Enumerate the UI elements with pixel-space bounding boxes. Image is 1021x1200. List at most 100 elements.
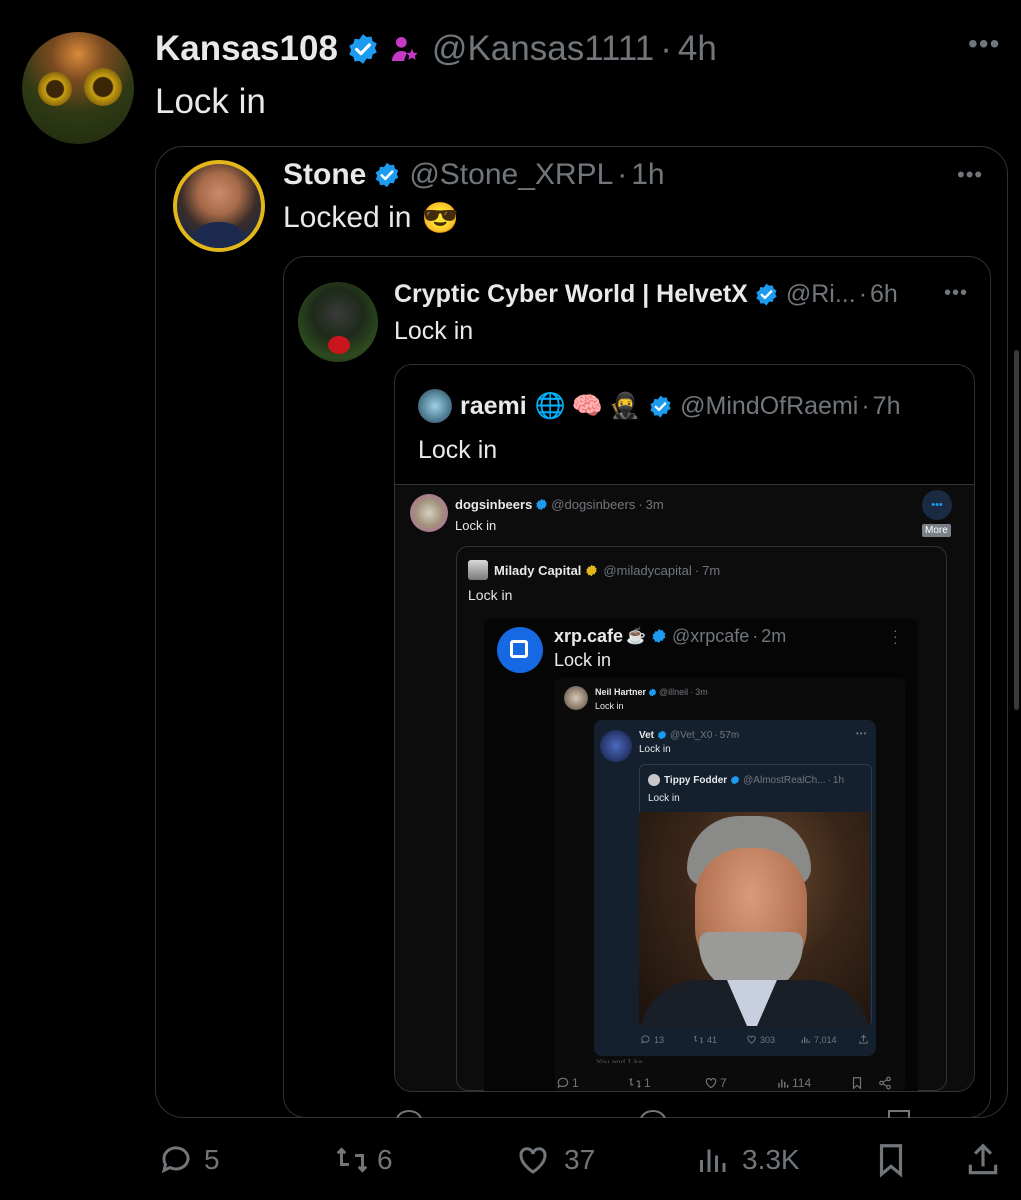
author-handle[interactable]: @Ri... xyxy=(786,280,856,309)
vet-reply-action[interactable]: 13 xyxy=(640,1034,664,1045)
author-name[interactable]: Tippy Fodder xyxy=(664,775,727,786)
xrpcafe-views-action[interactable]: 114 xyxy=(776,1076,811,1090)
xrpcafe-header: xrp.cafe ☕ @xrpcafe · 2m xyxy=(554,625,786,647)
share-action[interactable] xyxy=(964,1140,1002,1180)
separator-dot: · xyxy=(694,562,700,578)
tweet-time[interactable]: 57m xyxy=(720,730,739,741)
tweet-text: Lock in xyxy=(468,587,513,603)
bookmark-action[interactable] xyxy=(872,1140,910,1180)
avatar-cryptic[interactable] xyxy=(298,282,378,362)
portrait-photo[interactable] xyxy=(639,812,870,1026)
like-action[interactable]: 37 xyxy=(514,1142,595,1178)
author-name[interactable]: xrp.cafe xyxy=(554,626,623,647)
author-name[interactable]: Stone xyxy=(283,158,366,192)
vet-like-action[interactable]: 303 xyxy=(746,1034,775,1045)
sunflower-decoration xyxy=(38,72,72,106)
xrpcafe-bookmark-action[interactable] xyxy=(850,1076,864,1090)
avatar-tippy[interactable] xyxy=(648,774,660,786)
heart-icon xyxy=(747,1035,756,1044)
separator-dot: · xyxy=(827,774,831,786)
verified-icon xyxy=(376,162,399,188)
raemi-header: raemi 🌐 🧠 🥷 @MindOfRaemi · 7h xyxy=(418,389,900,423)
author-name[interactable]: Kansas108 xyxy=(155,29,338,69)
stone-text-row: Locked in 😎 xyxy=(283,198,459,238)
vet-repost-action[interactable]: 41 xyxy=(693,1034,717,1045)
author-handle[interactable]: @MindOfRaemi xyxy=(680,392,858,421)
views-action[interactable]: 3.3K xyxy=(694,1142,800,1178)
views-icon xyxy=(801,1036,810,1044)
tweet-time[interactable]: 3m xyxy=(646,497,664,512)
vet-share-action[interactable] xyxy=(858,1034,869,1045)
tweet-time[interactable]: 4h xyxy=(678,29,717,69)
author-name[interactable]: raemi xyxy=(460,392,527,421)
brain-emoji: 🧠 xyxy=(571,391,603,420)
cup-icon xyxy=(510,640,528,658)
like-count: 7 xyxy=(720,1076,727,1090)
tweet-time[interactable]: 6h xyxy=(870,280,898,309)
separator-dot: · xyxy=(660,29,672,68)
avatar-vet[interactable] xyxy=(600,730,632,762)
avatar-milady[interactable] xyxy=(468,560,488,580)
more-circle-button[interactable]: ••• xyxy=(922,490,952,520)
xrpcafe-repost-action[interactable]: 1 xyxy=(628,1076,651,1090)
heart-icon xyxy=(705,1078,717,1089)
author-handle[interactable]: @dogsinbeers xyxy=(551,497,635,512)
xrpcafe-reply-action[interactable]: 1 xyxy=(556,1076,579,1090)
author-handle[interactable]: @Kansas1111 xyxy=(432,29,654,69)
verified-icon xyxy=(648,688,657,696)
separator-dot: · xyxy=(861,391,870,420)
heart-icon xyxy=(519,1147,547,1174)
author-handle[interactable]: @AlmostRealCh... xyxy=(743,775,825,786)
tweet-text: Lock in xyxy=(155,82,266,121)
bookmark-icon xyxy=(879,1144,903,1178)
avatar-stone[interactable] xyxy=(173,160,265,252)
separator-dot: · xyxy=(690,687,694,697)
tweet-time[interactable]: 7m xyxy=(702,563,720,578)
avatar-dogsinbeers[interactable] xyxy=(410,494,448,532)
reply-count: 13 xyxy=(654,1034,665,1045)
tweet-time[interactable]: 2m xyxy=(761,626,786,647)
tweet-time[interactable]: 3m xyxy=(695,687,708,697)
avatar-raemi[interactable] xyxy=(418,389,452,423)
author-handle[interactable]: @miladycapital xyxy=(603,563,691,578)
like-count: 37 xyxy=(564,1144,596,1175)
xrpcafe-share-action[interactable] xyxy=(878,1076,892,1090)
avatar-xrpcafe[interactable] xyxy=(497,627,543,673)
milady-header: Milady Capital @miladycapital · 7m xyxy=(468,560,720,580)
tweet-text: Lock in xyxy=(554,650,612,670)
scrollbar-thumb[interactable] xyxy=(1014,350,1019,710)
avatar-kansas108[interactable] xyxy=(22,32,134,144)
author-handle[interactable]: @xrpcafe xyxy=(672,626,749,647)
repost-action[interactable]: 6 xyxy=(333,1142,393,1178)
separator-dot: · xyxy=(638,496,643,512)
vet-views-action[interactable]: 7,014 xyxy=(800,1034,837,1045)
clipped-bookmark-icon xyxy=(888,1110,910,1118)
clipped-like-icon xyxy=(640,1110,666,1118)
author-name[interactable]: Neil Hartner xyxy=(595,687,646,697)
like-count: 303 xyxy=(760,1034,776,1045)
avatar-neil[interactable] xyxy=(564,686,588,710)
more-options-icon[interactable]: ••• xyxy=(944,282,968,305)
clipped-action-bar xyxy=(394,1108,974,1118)
stone-header: Stone @Stone_XRPL · 1h xyxy=(283,156,665,194)
tweet-text: Lock in xyxy=(455,518,497,533)
more-options-icon[interactable]: ••• xyxy=(968,28,1000,60)
tweet-time[interactable]: 1h xyxy=(631,158,664,192)
author-name[interactable]: Cryptic Cyber World | HelvetX xyxy=(394,280,748,309)
author-name[interactable]: Vet xyxy=(639,730,654,741)
more-options-icon[interactable]: ••• xyxy=(957,162,983,188)
share-nodes-icon xyxy=(879,1076,891,1090)
author-handle[interactable]: @Stone_XRPL xyxy=(409,158,613,192)
views-count: 7,014 xyxy=(814,1034,837,1045)
author-handle[interactable]: @Vet_X0 xyxy=(670,730,712,741)
author-handle[interactable]: @illneil xyxy=(659,687,688,697)
author-name[interactable]: dogsinbeers xyxy=(455,497,532,512)
tweet-time[interactable]: 7h xyxy=(873,392,901,421)
share-icon xyxy=(859,1034,868,1044)
reply-action[interactable]: 5 xyxy=(158,1142,220,1178)
author-name[interactable]: Milady Capital xyxy=(494,563,581,578)
xrpcafe-like-action[interactable]: 7 xyxy=(704,1076,727,1090)
more-options-vertical-icon[interactable]: · · · xyxy=(893,623,898,649)
tweet-time[interactable]: 1h xyxy=(833,775,844,786)
more-options-icon[interactable]: ••• xyxy=(856,729,867,738)
